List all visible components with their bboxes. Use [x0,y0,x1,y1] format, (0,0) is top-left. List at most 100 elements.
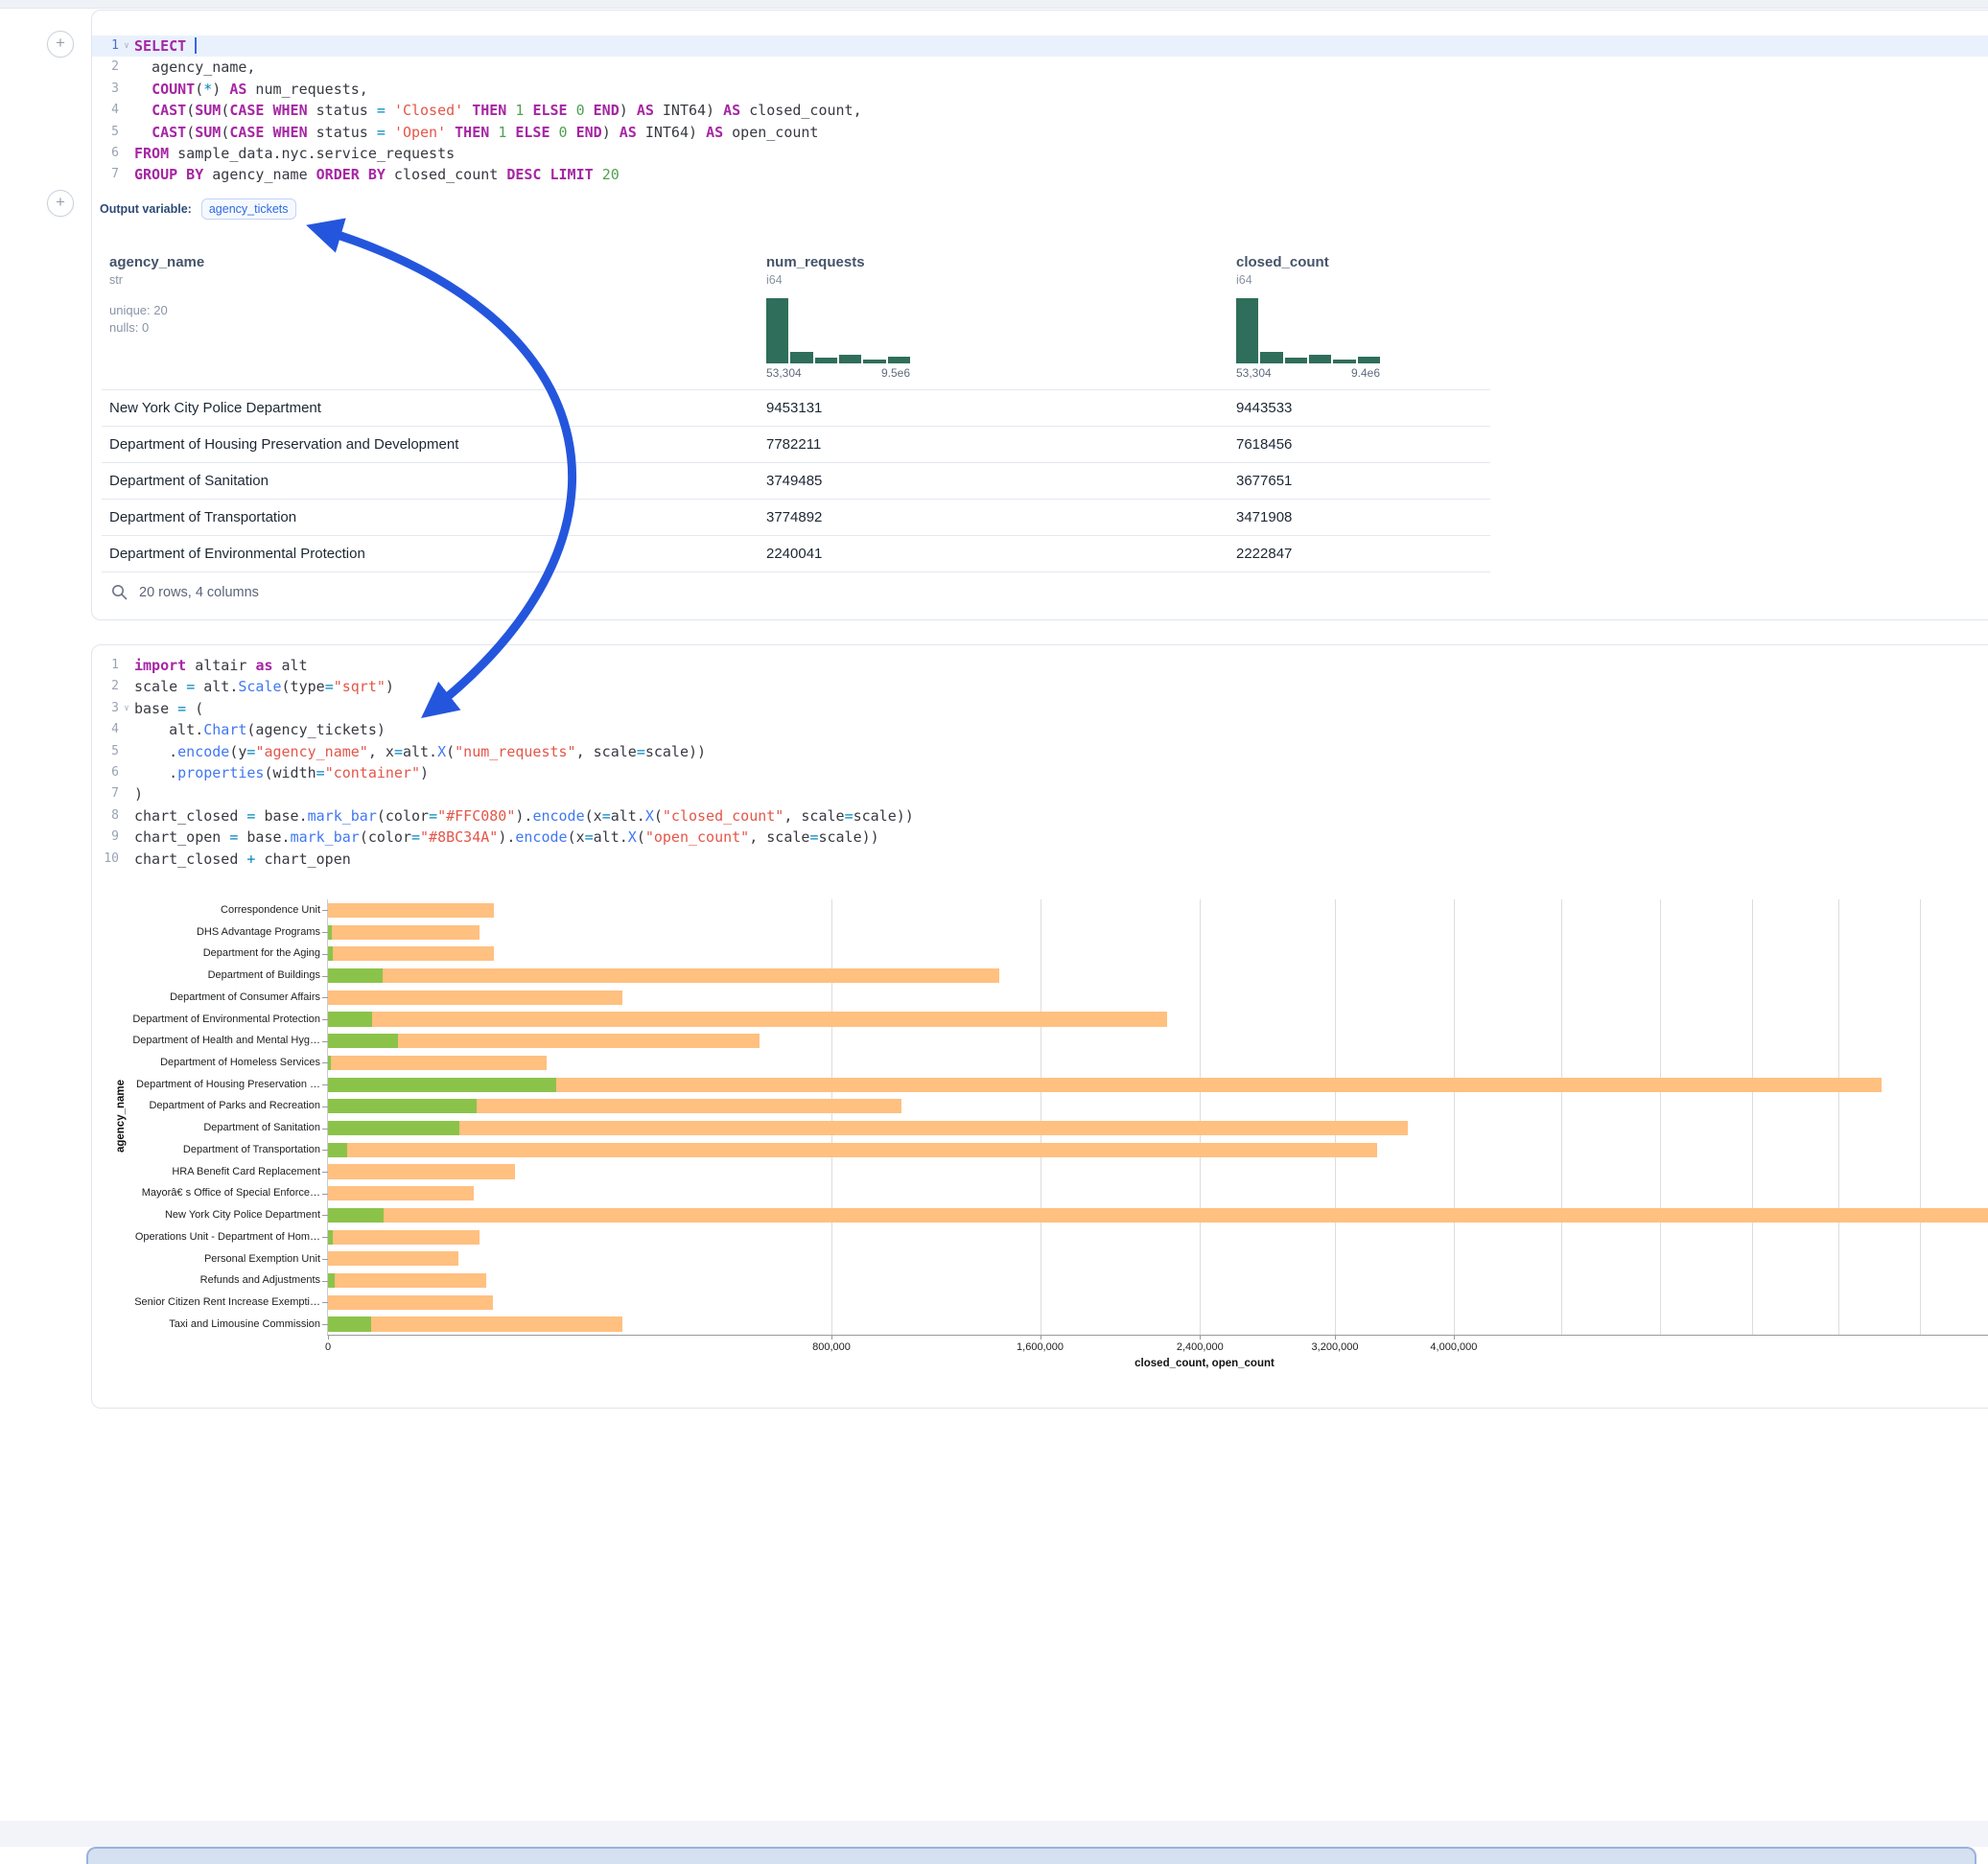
code-token: THEN [472,102,506,119]
gridline [1920,899,1921,1335]
code-token: encode [515,828,567,846]
code-token: X [437,743,446,760]
code-line-2[interactable]: 2 agency_name, [92,57,1988,78]
table-row[interactable]: New York City Police Department945313194… [102,389,1490,426]
code-token: ( [195,81,203,98]
code-token: "open_count" [645,828,749,846]
code-token [186,37,195,55]
code-token: AS [723,102,740,119]
histogram-bar [1236,298,1258,363]
column-header-num_requests[interactable]: num_requestsi6453,3049.5e6 [759,241,1228,389]
code-token: mark_bar [291,828,360,846]
output-variable-chip[interactable]: agency_tickets [201,198,296,220]
fold-chevron-icon[interactable]: ∨ [119,35,134,57]
code-line-2[interactable]: 2scale = alt.Scale(type="sqrt") [92,676,1988,697]
code-line-7[interactable]: 7) [92,783,1988,804]
fold-spacer [119,805,134,827]
next-cell-partial[interactable] [86,1847,1976,1864]
code-token: properties [177,764,264,781]
code-line-4[interactable]: 4 alt.Chart(agency_tickets) [92,719,1988,740]
bar-closed [328,1316,622,1331]
code-line-6[interactable]: 6 .properties(width="container") [92,762,1988,783]
code-token: closed_count, [740,102,861,119]
table-row[interactable]: Department of Housing Preservation and D… [102,426,1490,462]
table-row[interactable]: Department of Transportation377489234719… [102,499,1490,535]
code-token: encode [532,807,584,825]
histogram-bar [766,298,788,363]
x-tick-label: 0 [325,1341,331,1353]
table-header: agency_namestrunique: 20nulls: 0num_requ… [102,241,1490,389]
line-number: 7 [92,164,119,185]
code-token: = [177,700,186,717]
code-text: FROM sample_data.nyc.service_requests [134,143,1988,164]
histogram-bar [839,355,861,363]
code-token: . [134,743,177,760]
bar-closed [328,1143,1377,1157]
add-cell-button[interactable]: + [47,31,74,58]
code-token: SELECT [134,37,186,55]
y-axis-label: Department of Transportation [102,1139,320,1161]
table-row[interactable]: Department of Sanitation37494853677651 [102,462,1490,499]
bar-open [328,1316,371,1331]
y-axis-label: Department of Homeless Services [102,1052,320,1074]
table-row[interactable]: Department of Environmental Protection22… [102,535,1490,572]
code-text: chart_open = base.mark_bar(color="#8BC34… [134,827,1988,848]
code-token: alt. [403,743,437,760]
code-line-6[interactable]: 6FROM sample_data.nyc.service_requests [92,143,1988,164]
code-token: SUM [195,102,221,119]
code-line-1[interactable]: 1∨SELECT [92,35,1988,57]
bar-open [328,1208,384,1223]
line-number: 2 [92,676,119,697]
code-line-5[interactable]: 5 .encode(y="agency_name", x=alt.X("num_… [92,741,1988,762]
fold-spacer [119,655,134,676]
search-icon[interactable] [111,584,128,600]
code-line-9[interactable]: 9chart_open = base.mark_bar(color="#8BC3… [92,827,1988,848]
code-token: , x [368,743,394,760]
bar-open [328,968,383,983]
fold-spacer [119,122,134,143]
code-token: = [377,102,386,119]
bar-closed [328,1121,1408,1135]
code-token: 1 [498,124,506,141]
y-axis-label: Department of Buildings [102,965,320,987]
bar-open [328,1121,459,1135]
code-line-1[interactable]: 1import altair as alt [92,655,1988,676]
code-line-7[interactable]: 7GROUP BY agency_name ORDER BY closed_co… [92,164,1988,185]
gridline [831,899,832,1335]
code-token: CASE [229,102,264,119]
cell-closed_count: 9443533 [1228,390,1490,426]
table-row-count: 20 rows, 4 columns [139,585,259,600]
code-token: AS [706,124,723,141]
code-token: Chart [203,721,246,738]
code-token: chart_closed [134,807,246,825]
code-line-10[interactable]: 10chart_closed + chart_open [92,849,1988,870]
code-token: ( [221,124,229,141]
column-meta-line: unique: 20 [109,302,751,319]
bar-closed [328,1251,458,1266]
bar-closed [328,1208,1988,1223]
code-token: "num_requests" [455,743,575,760]
code-token: CAST [152,124,186,141]
code-token: sample_data.nyc.service_requests [169,145,455,162]
code-token: (type [282,678,325,695]
column-meta-line: nulls: 0 [109,319,751,337]
code-text: chart_closed + chart_open [134,849,1988,870]
sql-cell: 1∨SELECT 2 agency_name,3 COUNT(*) AS num… [91,10,1988,620]
histogram-min-label: 53,304 [1236,366,1272,380]
code-line-4[interactable]: 4 CAST(SUM(CASE WHEN status = 'Closed' T… [92,100,1988,121]
fold-chevron-icon[interactable]: ∨ [119,698,134,719]
add-cell-button[interactable]: + [47,190,74,217]
code-line-8[interactable]: 8chart_closed = base.mark_bar(color="#FF… [92,805,1988,827]
python-editor[interactable]: 1import altair as alt2scale = alt.Scale(… [92,655,1988,870]
sql-editor[interactable]: 1∨SELECT 2 agency_name,3 COUNT(*) AS num… [92,35,1988,186]
code-token: as [255,657,272,674]
code-token [134,102,152,119]
column-header-closed_count[interactable]: closed_counti6453,3049.4e6 [1228,241,1490,389]
code-token: agency_name [203,166,316,183]
code-line-3[interactable]: 3∨base = ( [92,698,1988,719]
code-text: chart_closed = base.mark_bar(color="#FFC… [134,805,1988,827]
code-token: , scale [784,807,844,825]
code-line-3[interactable]: 3 COUNT(*) AS num_requests, [92,79,1988,100]
code-line-5[interactable]: 5 CAST(SUM(CASE WHEN status = 'Open' THE… [92,122,1988,143]
column-header-agency_name[interactable]: agency_namestrunique: 20nulls: 0 [102,241,759,389]
